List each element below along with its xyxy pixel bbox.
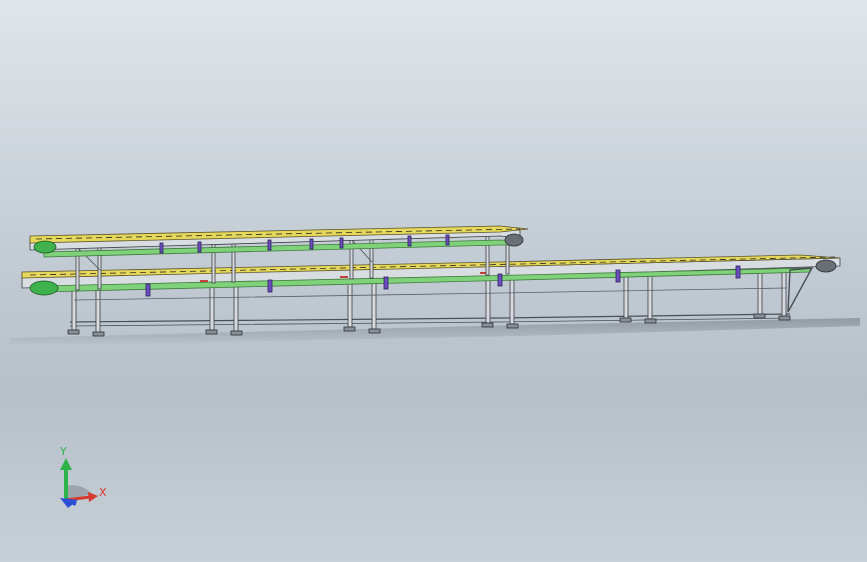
lower-left-roller [29, 280, 59, 296]
x-axis-label: X [99, 486, 107, 499]
x-axis-arrowhead [88, 492, 98, 502]
lower-base-rail [69, 313, 791, 323]
cad-viewport[interactable]: Y X [0, 0, 867, 562]
upper-right-roller [504, 233, 524, 247]
y-axis-label: Y [59, 445, 67, 458]
upper-left-roller [33, 240, 57, 254]
lower-right-roller [815, 259, 837, 273]
lower-mid-rail [73, 287, 787, 301]
orientation-triad[interactable]: Y X [59, 445, 107, 508]
y-axis-arrowhead [60, 458, 72, 470]
ground-shadow [10, 318, 860, 346]
conveyor-assembly[interactable] [21, 225, 841, 337]
lower-right-bracket [787, 267, 814, 313]
